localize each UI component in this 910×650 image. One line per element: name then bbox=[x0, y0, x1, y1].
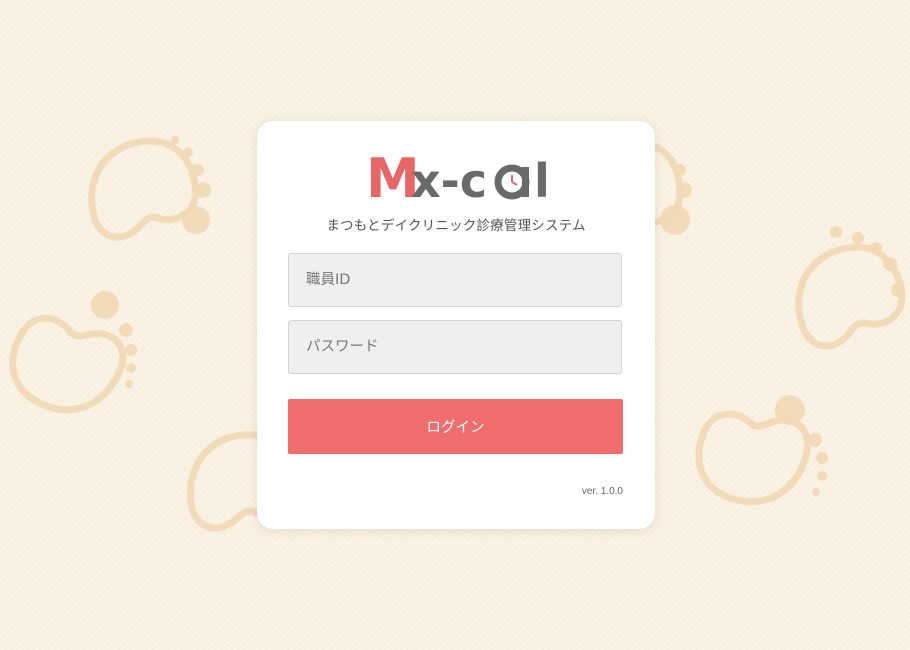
logo-text: x-c bbox=[411, 154, 487, 205]
login-button[interactable]: ログイン bbox=[288, 399, 623, 454]
logo-letter-l: l bbox=[534, 154, 546, 205]
mx-cal-logo: M x-c l bbox=[257, 147, 655, 205]
footprint-4 bbox=[782, 234, 910, 353]
staff-id-input[interactable] bbox=[288, 253, 622, 307]
logo-mark: M x-c l bbox=[366, 147, 546, 205]
version-label: ver. 1.0.0 bbox=[581, 486, 623, 497]
footprint-2 bbox=[0, 307, 130, 426]
clock-icon bbox=[494, 164, 530, 200]
login-card: M x-c l まつもとデイクリニック診療管理システム ログイン ver. 1.… bbox=[257, 121, 655, 529]
system-subtitle: まつもとデイクリニック診療管理システム bbox=[326, 218, 586, 234]
password-input[interactable] bbox=[288, 320, 622, 374]
